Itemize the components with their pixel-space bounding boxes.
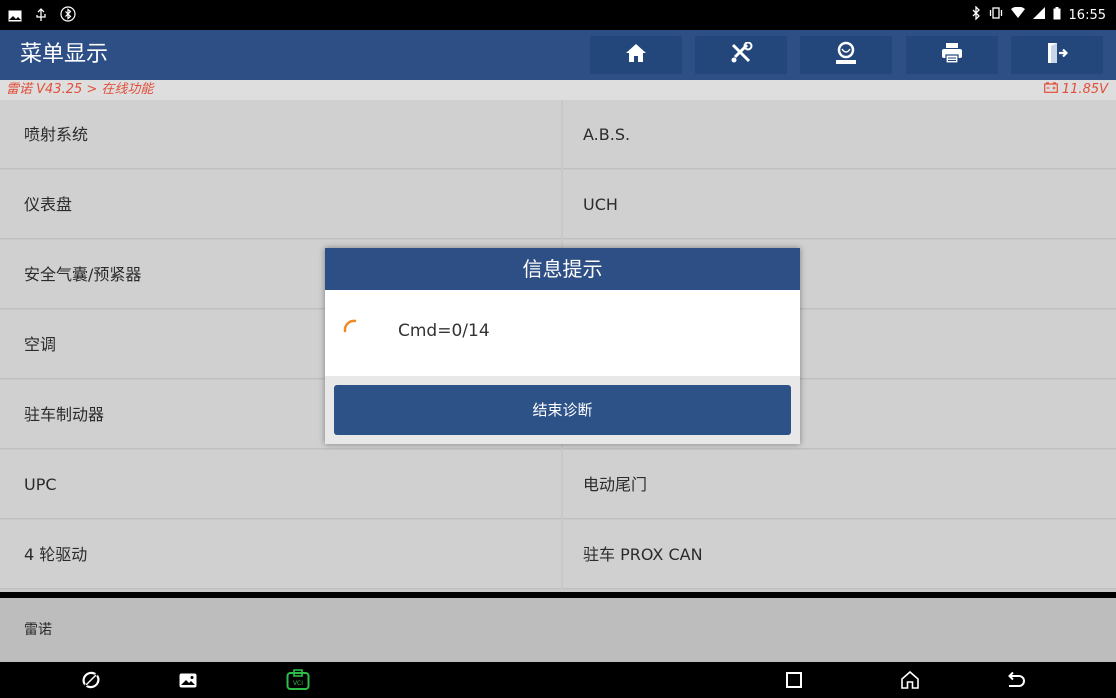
end-diagnosis-button[interactable]: 结束诊断 bbox=[334, 385, 791, 435]
dialog-title: 信息提示 bbox=[325, 248, 800, 290]
dialog-message: Cmd=0/14 bbox=[398, 321, 490, 341]
dialog-body: Cmd=0/14 bbox=[325, 290, 800, 376]
modal-overlay: 信息提示 Cmd=0/14 结束诊断 bbox=[0, 0, 1116, 698]
loading-spinner-icon bbox=[343, 318, 357, 333]
dialog-footer: 结束诊断 bbox=[325, 376, 800, 444]
info-dialog: 信息提示 Cmd=0/14 结束诊断 bbox=[325, 248, 800, 444]
